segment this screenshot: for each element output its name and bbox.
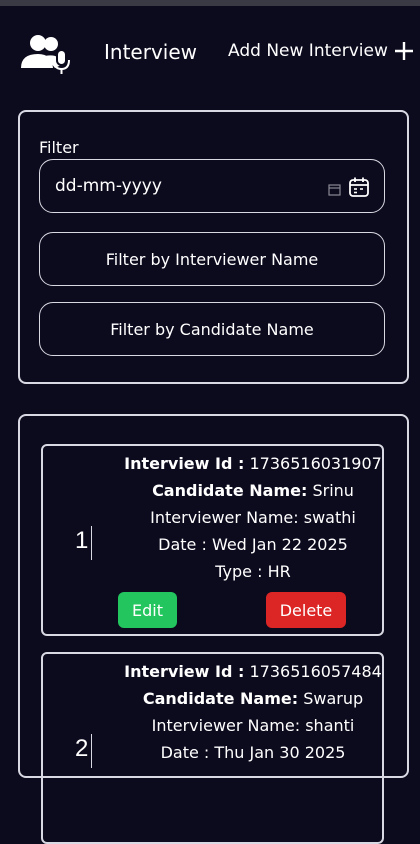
calendar-picker-icon[interactable] [348, 176, 370, 198]
interviewer-name-filter-input[interactable]: Filter by Interviewer Name [39, 232, 385, 286]
candidate-name-filter-input[interactable]: Filter by Candidate Name [39, 302, 385, 356]
interviewer-filter-placeholder: Filter by Interviewer Name [105, 249, 319, 269]
card-details: Interview Id : 1736516057484 Candidate N… [93, 658, 413, 766]
card-index: 1 [75, 527, 89, 554]
plus-icon [394, 41, 414, 61]
card-divider [91, 734, 92, 768]
card-details: Interview Id : 1736516031907 Candidate N… [93, 450, 413, 585]
brand-title[interactable]: Interview [104, 40, 197, 64]
delete-button[interactable]: Delete [266, 592, 346, 628]
users-microphone-icon[interactable] [19, 32, 71, 76]
interview-card: 2 Interview Id : 1736516057484 Candidate… [41, 652, 384, 844]
candidate-name-value: Swarup [303, 689, 364, 708]
type-row: Type : HR [93, 558, 413, 585]
interview-list-panel: 1 Interview Id : 1736516031907 Candidate… [18, 414, 409, 844]
filter-panel: Filter dd-mm-yyyy Filter by Interviewer … [18, 110, 409, 384]
interviewer-name-label: Interviewer Name: [151, 716, 301, 735]
interview-id-label: Interview Id : [124, 454, 245, 473]
interview-id-row: Interview Id : 1736516057484 [93, 658, 413, 685]
date-label: Date : [158, 535, 207, 554]
add-new-interview-link[interactable]: Add New Interview [228, 40, 414, 62]
candidate-name-value: Srinu [312, 481, 354, 500]
interviewer-name-value: shanti [305, 716, 355, 735]
navbar: Interview Add New Interview [0, 6, 420, 94]
interviewer-name-row: Interviewer Name: swathi [93, 504, 413, 531]
interviewer-name-label: Interviewer Name: [150, 508, 299, 527]
date-value: Wed Jan 22 2025 [211, 535, 348, 554]
candidate-name-row: Candidate Name: Swarup [93, 685, 413, 712]
interview-card: 1 Interview Id : 1736516031907 Candidate… [41, 444, 384, 636]
date-row: Date : Wed Jan 22 2025 [93, 531, 413, 558]
candidate-name-row: Candidate Name: Srinu [93, 477, 413, 504]
card-divider [91, 526, 92, 560]
candidate-name-label: Candidate Name: [152, 481, 308, 500]
date-filter-input[interactable]: dd-mm-yyyy [39, 159, 385, 213]
date-label: Date : [160, 743, 210, 762]
calendar-icon[interactable] [328, 181, 341, 196]
edit-button[interactable]: Edit [118, 592, 177, 628]
interview-id-row: Interview Id : 1736516031907 [93, 450, 413, 477]
date-placeholder: dd-mm-yyyy [55, 176, 162, 196]
type-label: Type : [215, 562, 263, 581]
date-value: Thu Jan 30 2025 [214, 743, 346, 762]
add-new-interview-label: Add New Interview [228, 41, 388, 61]
candidate-filter-placeholder: Filter by Candidate Name [110, 319, 314, 339]
candidate-name-label: Candidate Name: [142, 689, 299, 708]
interviewer-name-row: Interviewer Name: shanti [93, 712, 413, 739]
interview-id-value: 1736516057484 [249, 662, 382, 681]
card-index: 2 [75, 735, 89, 762]
type-value: HR [267, 562, 291, 581]
interviewer-name-value: swathi [303, 508, 356, 527]
interview-id-label: Interview Id : [124, 662, 245, 681]
filter-label: Filter [39, 138, 79, 157]
interview-id-value: 1736516031907 [249, 454, 382, 473]
